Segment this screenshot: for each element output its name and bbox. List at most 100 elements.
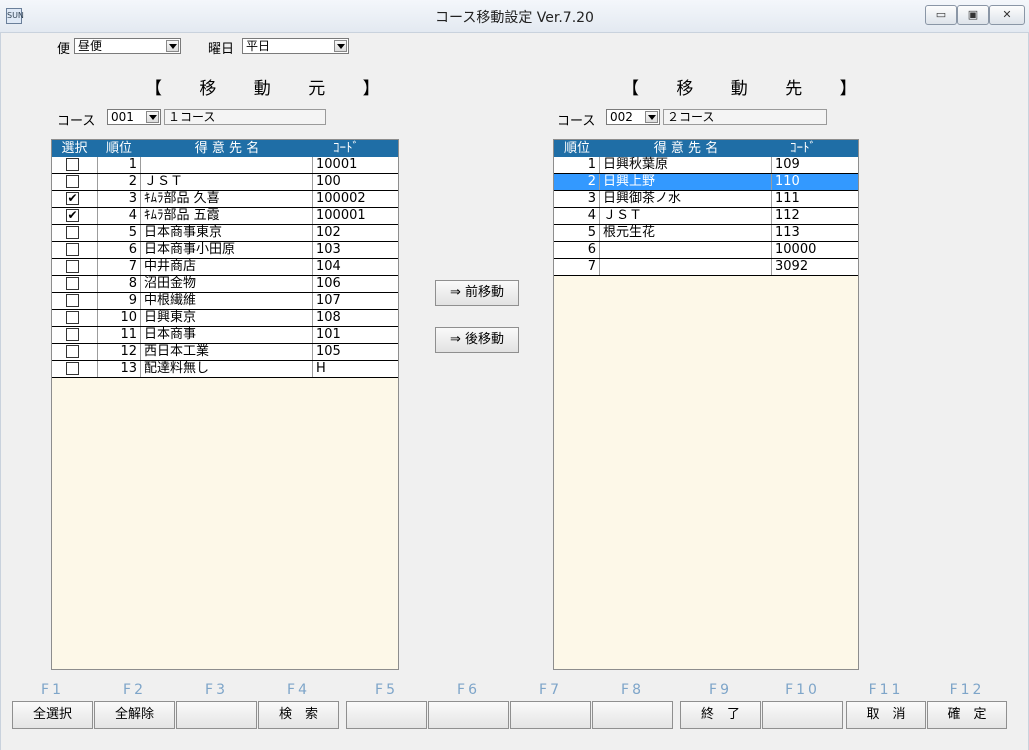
row-checkbox[interactable]: [66, 158, 79, 171]
move-back-button[interactable]: ⇒ 後移動: [435, 327, 519, 353]
table-row[interactable]: 1 10001: [52, 157, 398, 174]
select-cell: [52, 310, 98, 326]
table-row[interactable]: 6 10000: [554, 242, 858, 259]
table-row[interactable]: 3 日興御茶ノ水 111: [554, 191, 858, 208]
column-header-code: ｺｰﾄﾞ: [333, 141, 359, 156]
fkey-button-f8[interactable]: [592, 701, 673, 729]
table-row[interactable]: 12 西日本工業 105: [52, 344, 398, 361]
select-cell: [52, 344, 98, 360]
dest-customer-grid[interactable]: 順位 得 意 先 名 ｺｰﾄﾞ 1 日興秋葉原 109 2 日興上野 110 3 日興御茶ノ水…: [553, 139, 859, 670]
bin-select-value: 昼便: [78, 39, 103, 53]
code-cell: 111: [775, 191, 800, 206]
code-cell: 102: [316, 225, 341, 240]
row-checkbox[interactable]: [66, 243, 79, 256]
row-checkbox[interactable]: [66, 260, 79, 273]
fkey-button-f2[interactable]: 全解除: [94, 701, 175, 729]
code-cell: 109: [775, 157, 800, 172]
table-row[interactable]: 10 日興東京 108: [52, 310, 398, 327]
row-checkbox[interactable]: [66, 328, 79, 341]
rank-cell: 3: [97, 191, 141, 207]
fkey-label-f8: F8: [621, 682, 644, 698]
rank-cell: 6: [554, 242, 600, 258]
bin-select[interactable]: 昼便: [74, 38, 181, 54]
chevron-down-icon[interactable]: [645, 111, 658, 123]
fkey-button-f5[interactable]: [346, 701, 427, 729]
customer-name-cell: ｷﾑﾗ部品 久喜: [141, 191, 313, 207]
fkey-button-f3[interactable]: [176, 701, 257, 729]
select-cell: [52, 242, 98, 258]
table-row[interactable]: 7 中井商店 104: [52, 259, 398, 276]
code-cell: 100001: [316, 208, 366, 223]
row-checkbox[interactable]: [66, 277, 79, 290]
table-row[interactable]: 11 日本商事 101: [52, 327, 398, 344]
dest-course-select[interactable]: 002: [606, 109, 660, 125]
minimize-button[interactable]: ▭: [925, 5, 957, 25]
row-checkbox[interactable]: [66, 311, 79, 324]
chevron-down-icon[interactable]: [334, 40, 347, 52]
table-row[interactable]: 6 日本商事小田原 103: [52, 242, 398, 259]
fkey-button-f10[interactable]: [762, 701, 843, 729]
fkey-label-f12: F12: [949, 682, 985, 698]
fkey-label-f2: F2: [123, 682, 146, 698]
rank-cell: 5: [554, 225, 600, 241]
row-checkbox[interactable]: ✔: [66, 209, 79, 222]
fkey-button-f7[interactable]: [510, 701, 591, 729]
table-row[interactable]: 2 ＪＳＴ 100: [52, 174, 398, 191]
row-checkbox[interactable]: [66, 294, 79, 307]
table-row[interactable]: 13 配達料無し H: [52, 361, 398, 378]
code-cell: 106: [316, 276, 341, 291]
table-row[interactable]: 9 中根繊維 107: [52, 293, 398, 310]
table-row[interactable]: 5 日本商事東京 102: [52, 225, 398, 242]
chevron-down-icon[interactable]: [166, 40, 179, 52]
dest-course-label: コース: [557, 114, 596, 129]
row-checkbox[interactable]: [66, 226, 79, 239]
day-select[interactable]: 平日: [242, 38, 349, 54]
fkey-button-f12[interactable]: 確 定: [927, 701, 1007, 729]
code-cell: 112: [775, 208, 800, 223]
fkey-label-f11: F11: [868, 682, 904, 698]
table-row[interactable]: ✔ 4 ｷﾑﾗ部品 五霞 100001: [52, 208, 398, 225]
close-button[interactable]: ✕: [989, 5, 1025, 25]
table-row[interactable]: 4 ＪＳＴ 112: [554, 208, 858, 225]
rank-cell: 10: [97, 310, 141, 326]
table-row[interactable]: ✔ 3 ｷﾑﾗ部品 久喜 100002: [52, 191, 398, 208]
move-front-button[interactable]: ⇒ 前移動: [435, 280, 519, 306]
code-cell: 113: [775, 225, 800, 240]
customer-name-cell: 中根繊維: [141, 293, 313, 309]
table-row[interactable]: 8 沼田金物 106: [52, 276, 398, 293]
dest-course-code: 002: [610, 110, 633, 124]
customer-name-cell: 根元生花: [600, 225, 772, 241]
dest-course-name: ２コース: [663, 109, 827, 125]
rank-cell: 2: [554, 174, 600, 190]
row-checkbox[interactable]: [66, 345, 79, 358]
customer-name-cell: ｷﾑﾗ部品 五霞: [141, 208, 313, 224]
row-checkbox[interactable]: [66, 362, 79, 375]
fkey-button-f11[interactable]: 取 消: [846, 701, 926, 729]
fkey-button-f4[interactable]: 検 索: [258, 701, 339, 729]
table-row[interactable]: 7 3092: [554, 259, 858, 276]
customer-name-cell: [600, 259, 772, 275]
code-cell: 110: [775, 174, 800, 189]
row-checkbox[interactable]: [66, 175, 79, 188]
fkey-label-f9: F9: [709, 682, 732, 698]
rank-cell: 4: [97, 208, 141, 224]
table-row-selected[interactable]: 2 日興上野 110: [554, 174, 858, 191]
table-row[interactable]: 5 根元生花 113: [554, 225, 858, 242]
source-customer-grid[interactable]: 選択 順位 得 意 先 名 ｺｰﾄﾞ 1 10001 2 ＪＳＴ 100 ✔ 3 ｷﾑﾗ部品 …: [51, 139, 399, 670]
code-cell: 100: [316, 174, 341, 189]
table-row[interactable]: 1 日興秋葉原 109: [554, 157, 858, 174]
source-course-select[interactable]: 001: [107, 109, 161, 125]
rank-cell: 8: [97, 276, 141, 292]
code-cell: 100002: [316, 191, 366, 206]
chevron-down-icon[interactable]: [146, 111, 159, 123]
fkey-button-f1[interactable]: 全選択: [12, 701, 93, 729]
select-cell: [52, 361, 98, 377]
row-checkbox[interactable]: ✔: [66, 192, 79, 205]
source-grid-header: 選択 順位 得 意 先 名 ｺｰﾄﾞ: [52, 140, 398, 157]
fkey-button-f9[interactable]: 終 了: [680, 701, 761, 729]
maximize-button[interactable]: ▣: [957, 5, 989, 25]
fkey-button-f6[interactable]: [428, 701, 509, 729]
fkey-label-f3: F3: [205, 682, 228, 698]
code-cell: 10001: [316, 157, 358, 172]
select-cell: [52, 293, 98, 309]
